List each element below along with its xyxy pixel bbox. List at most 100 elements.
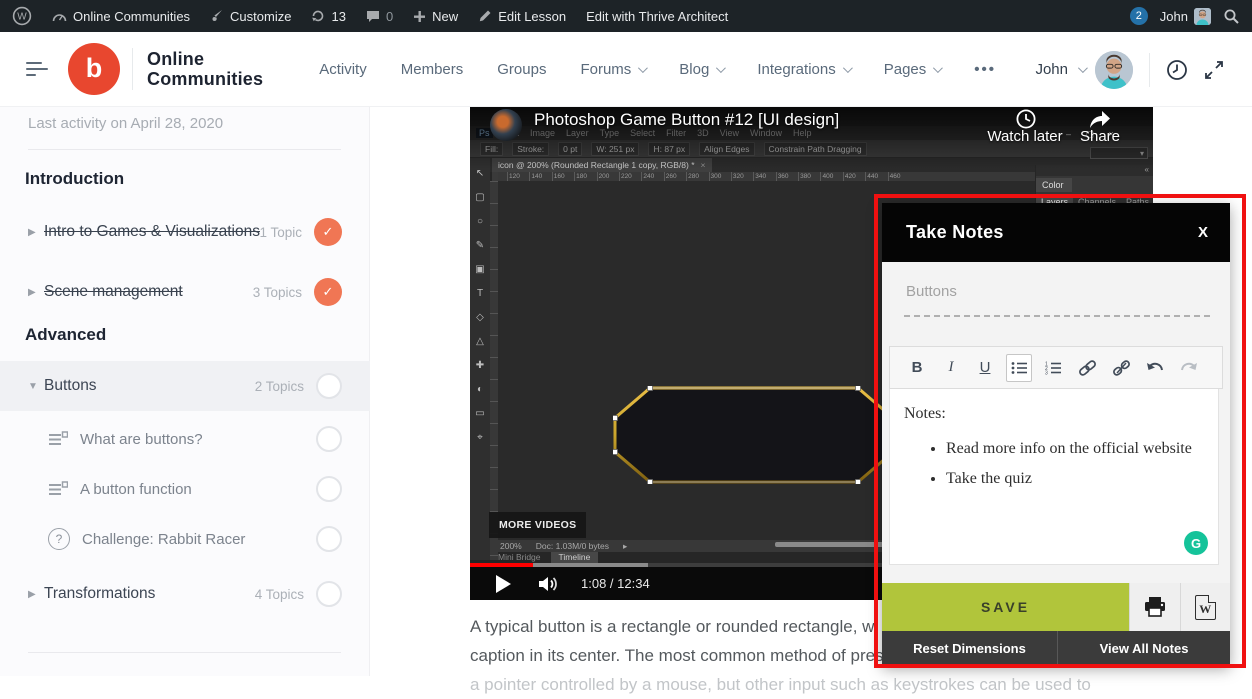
wp-logo-menu[interactable]: W	[12, 6, 32, 26]
reset-dimensions-button[interactable]: Reset Dimensions	[882, 631, 1057, 665]
topic-count: 4 Topics	[255, 587, 304, 602]
numbered-list-button[interactable]: 123	[1040, 354, 1066, 382]
site-title[interactable]: Online Communities	[147, 49, 263, 89]
insert-link-button[interactable]	[1074, 354, 1100, 382]
expand-triangle-icon[interactable]: ▶	[28, 227, 44, 238]
pencil-icon	[478, 9, 492, 23]
ps-tool-icon: ✎	[476, 240, 484, 251]
nav-blog[interactable]: Blog	[679, 61, 723, 78]
undo-icon	[1146, 361, 1164, 375]
fullscreen-expand-icon[interactable]	[1204, 60, 1224, 80]
expand-triangle-icon[interactable]: ▶	[28, 287, 44, 298]
topic-title[interactable]: What are buttons?	[80, 431, 203, 448]
note-content-editor[interactable]: Notes: Read more info on the official we…	[889, 389, 1219, 565]
notes-action-row: SAVE W	[882, 583, 1230, 631]
video-timestamp: 1:08 / 12:34	[581, 576, 650, 591]
lesson-list-icon	[48, 480, 68, 498]
ruler-number: 320	[731, 172, 753, 181]
topic-title[interactable]: A button function	[80, 481, 192, 498]
section-title-advanced: Advanced	[25, 325, 106, 345]
admin-user-avatar	[1194, 8, 1211, 25]
redo-button[interactable]	[1176, 354, 1202, 382]
last-activity-label: Last activity on April 28, 2020	[28, 115, 223, 132]
nav-activity[interactable]: Activity	[319, 61, 367, 78]
close-icon[interactable]: X	[1198, 224, 1208, 241]
watch-later-label[interactable]: Watch later	[975, 128, 1075, 145]
course-sidebar: Last activity on April 28, 2020 Introduc…	[0, 107, 370, 676]
nav-forums[interactable]: Forums	[580, 61, 645, 78]
menu-toggle-icon[interactable]	[26, 58, 48, 80]
remove-link-button[interactable]	[1108, 354, 1134, 382]
admin-comments[interactable]: 0	[366, 9, 393, 24]
admin-thrive-architect[interactable]: Edit with Thrive Architect	[586, 9, 728, 24]
volume-icon[interactable]	[537, 574, 561, 594]
lesson-title[interactable]: Buttons	[44, 377, 97, 395]
collapse-triangle-icon[interactable]: ▼	[28, 381, 44, 392]
ps-timeline-tab: Timeline	[551, 552, 599, 563]
ruler-number: 360	[776, 172, 798, 181]
ps-tool-icon: ▣	[475, 264, 484, 275]
chevron-down-icon	[638, 63, 648, 73]
channel-avatar[interactable]	[490, 109, 522, 141]
lesson-row-intro-to-games[interactable]: ▶ Intro to Games & Visualizations 1 Topi…	[0, 207, 370, 257]
site-logo[interactable]: b	[68, 43, 120, 95]
ps-option-control: Align Edges	[699, 142, 754, 156]
lesson-title[interactable]: Intro to Games & Visualizations	[44, 223, 260, 241]
notes-footer: Reset Dimensions View All Notes	[882, 631, 1230, 665]
lesson-title[interactable]: Transformations	[44, 585, 155, 603]
completed-check-icon: ✓	[314, 218, 342, 246]
ruler-number: 120	[507, 172, 529, 181]
nav-more[interactable]: •••	[974, 61, 996, 78]
admin-account[interactable]: John	[1160, 8, 1211, 25]
divider	[28, 149, 341, 150]
search-icon[interactable]	[1223, 8, 1240, 25]
share-label[interactable]: Share	[1068, 128, 1132, 145]
printer-icon	[1143, 596, 1167, 618]
print-button[interactable]	[1129, 583, 1180, 631]
admin-updates[interactable]: 13	[311, 9, 345, 24]
bold-button[interactable]: B	[904, 354, 930, 382]
redo-icon	[1180, 361, 1198, 375]
notification-badge[interactable]: 2	[1130, 7, 1148, 25]
nav-integrations[interactable]: Integrations	[757, 61, 849, 78]
save-button[interactable]: SAVE	[882, 583, 1129, 631]
italic-button[interactable]: I	[938, 354, 964, 382]
comments-count: 0	[386, 9, 393, 24]
lesson-title[interactable]: Scene management	[44, 283, 183, 301]
topic-row-challenge-rabbit-racer[interactable]: ? Challenge: Rabbit Racer	[0, 517, 370, 561]
topic-row-what-are-buttons[interactable]: What are buttons?	[0, 417, 370, 461]
lesson-row-buttons[interactable]: ▼ Buttons 2 Topics	[0, 361, 370, 411]
bullet-list-button[interactable]	[1006, 354, 1032, 382]
video-title[interactable]: Photoshop Game Button #12 [UI design]	[534, 110, 839, 130]
admin-edit-lesson[interactable]: Edit Lesson	[478, 9, 566, 24]
progress-circle-empty	[316, 581, 342, 607]
user-avatar[interactable]	[1095, 51, 1133, 89]
topic-row-a-button-function[interactable]: A button function	[0, 467, 370, 511]
nav-groups[interactable]: Groups	[497, 61, 546, 78]
topic-title[interactable]: Challenge: Rabbit Racer	[82, 531, 245, 548]
admin-customize[interactable]: Customize	[210, 9, 291, 24]
topic-count: 1 Topic	[259, 225, 302, 240]
completed-check-icon: ✓	[314, 278, 342, 306]
play-button[interactable]	[496, 575, 511, 593]
lesson-row-transformations[interactable]: ▶ Transformations 4 Topics	[0, 569, 370, 619]
more-videos-label[interactable]: MORE VIDEOS	[489, 512, 586, 538]
view-all-notes-button[interactable]: View All Notes	[1057, 631, 1230, 665]
grammarly-icon[interactable]: G	[1184, 531, 1208, 555]
nav-members[interactable]: Members	[401, 61, 464, 78]
note-title-input[interactable]: Buttons	[906, 283, 957, 300]
user-menu[interactable]: John	[1035, 51, 1133, 89]
nav-pages[interactable]: Pages	[884, 61, 941, 78]
dark-mode-clock-icon[interactable]	[1166, 59, 1188, 81]
undo-button[interactable]	[1142, 354, 1168, 382]
admin-new[interactable]: New	[413, 9, 458, 24]
lesson-row-scene-management[interactable]: ▶ Scene management 3 Topics ✓	[0, 267, 370, 317]
note-heading: Notes:	[904, 405, 1204, 423]
ruler-number: 380	[798, 172, 820, 181]
underline-button[interactable]: U	[972, 354, 998, 382]
admin-site-menu[interactable]: Online Communities	[52, 9, 190, 24]
export-word-button[interactable]: W	[1180, 583, 1231, 631]
take-notes-header[interactable]: Take Notes X	[882, 203, 1230, 262]
expand-triangle-icon[interactable]: ▶	[28, 589, 44, 600]
logo-divider	[132, 48, 133, 90]
